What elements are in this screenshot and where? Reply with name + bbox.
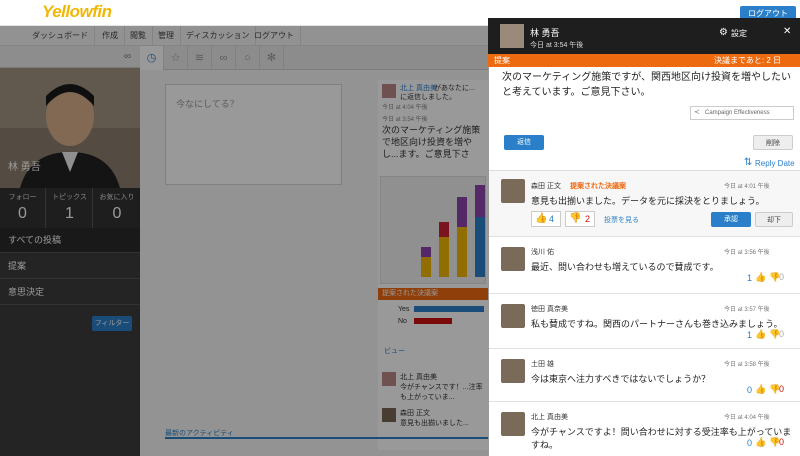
proposal-bar: 提案 決議まであと: 2 日 <box>488 54 800 67</box>
thumbs-up-icon: 👍 <box>535 213 548 224</box>
proposal-tag: 提案された決議案 <box>570 183 626 190</box>
thumbs-up-icon[interactable]: 👍 <box>755 272 766 283</box>
comment-time: 今日 at 4:04 午後 <box>724 415 770 421</box>
settings-label[interactable]: 設定 <box>731 28 747 39</box>
comment-author[interactable]: 浅川 佑 <box>531 247 554 257</box>
avatar <box>501 304 525 328</box>
thumbs-up-icon[interactable]: 👍 <box>755 437 766 448</box>
panel-author: 林 勇吾 <box>530 28 560 38</box>
avatar <box>501 359 525 383</box>
upvote-count: 4 <box>549 214 555 224</box>
downvote-button[interactable]: 👎 2 <box>565 211 595 227</box>
settings-icon[interactable]: ⚙ <box>719 27 728 38</box>
upvote-count: 0 <box>747 438 753 448</box>
see-votes-link[interactable]: 投票を見る <box>604 215 639 225</box>
comment-author[interactable]: 森田 正文 <box>531 181 561 191</box>
delete-button[interactable]: 削除 <box>753 135 793 150</box>
share-icon: ≺ <box>694 109 700 116</box>
upvote-count: 0 <box>747 385 753 395</box>
comment-time: 今日 at 3:57 午後 <box>724 307 770 313</box>
sort-label[interactable]: Reply Date <box>755 159 795 168</box>
deadline: 決議まであと: 2 日 <box>714 56 782 65</box>
comment-author[interactable]: 北上 真由美 <box>531 412 568 422</box>
comment-item: 浅川 佑 今日 at 3:56 午後 最近、問い合わせも増えているので賛成です。… <box>489 237 800 294</box>
thumbs-down-icon[interactable]: 👎 <box>769 272 780 283</box>
post-body: 次のマーケティング施策ですが、関西地区向け投資を増やしたいと考えています。ご意見… <box>502 72 791 98</box>
comment-time: 今日 at 4:01 午後 <box>724 184 770 190</box>
avatar <box>501 247 525 271</box>
comment-text: 私も賛成ですね。関西のパートナーさんも巻き込みましょう。 <box>531 319 783 329</box>
avatar <box>500 24 524 48</box>
thumbs-down-icon: 👎 <box>569 213 582 224</box>
comment-text: 今は東京へ注力すべきではないでしょうか？ <box>531 374 711 384</box>
comment-time: 今日 at 3:58 午後 <box>724 362 770 368</box>
comment-author[interactable]: 徳田 真奈美 <box>531 304 568 314</box>
downvote-count: 0 <box>779 437 785 447</box>
comment-time: 今日 at 3:56 午後 <box>724 250 770 256</box>
downvote-count: 2 <box>585 214 591 224</box>
avatar <box>501 412 525 436</box>
upvote-button[interactable]: 👍 4 <box>531 211 561 227</box>
downvote-count: 0 <box>779 329 785 339</box>
avatar <box>501 179 525 203</box>
yellowfin-logo[interactable]: Yellowfin <box>42 2 112 22</box>
comment-item: 北上 真由美 今日 at 4:04 午後 今がチャンスですよ！問い合わせに対する… <box>489 402 800 456</box>
thumbs-up-icon[interactable]: 👍 <box>755 384 766 395</box>
approve-button[interactable]: 承認 <box>711 212 751 227</box>
panel-time: 今日 at 3:54 午後 <box>530 42 584 49</box>
upvote-count: 1 <box>747 273 753 283</box>
comment-text: 最近、問い合わせも増えているので賛成です。 <box>531 262 719 272</box>
comment-text: 意見も出揃いました。データを元に採決をとりましょう。 <box>531 196 765 206</box>
comment-item: 徳田 真奈美 今日 at 3:57 午後 私も賛成ですね。関西のパートナーさんも… <box>489 294 800 349</box>
post-type: 提案 <box>494 56 510 65</box>
sort-icon[interactable]: ⇅ <box>744 157 752 168</box>
reply-button[interactable]: 返信 <box>504 135 544 150</box>
comment-author[interactable]: 土田 雄 <box>531 359 554 369</box>
close-icon[interactable]: ✕ <box>783 26 791 37</box>
comment-item: 森田 正文 提案された決議案 今日 at 4:01 午後 意見も出揃いました。デ… <box>489 171 800 237</box>
upvote-count: 1 <box>747 330 753 340</box>
attachment-link[interactable]: ≺ Campaign Effectiveness <box>690 106 794 120</box>
panel-header: 林 勇吾 今日 at 3:54 午後 ⚙ 設定 ✕ <box>488 18 800 54</box>
downvote-count: 0 <box>779 384 785 394</box>
reject-button[interactable]: 却下 <box>755 212 793 227</box>
comment-item: 土田 雄 今日 at 3:58 午後 今は東京へ注力すべきではないでしょうか？ … <box>489 349 800 402</box>
thumbs-up-icon[interactable]: 👍 <box>755 329 766 340</box>
modal-overlay[interactable] <box>0 26 488 456</box>
